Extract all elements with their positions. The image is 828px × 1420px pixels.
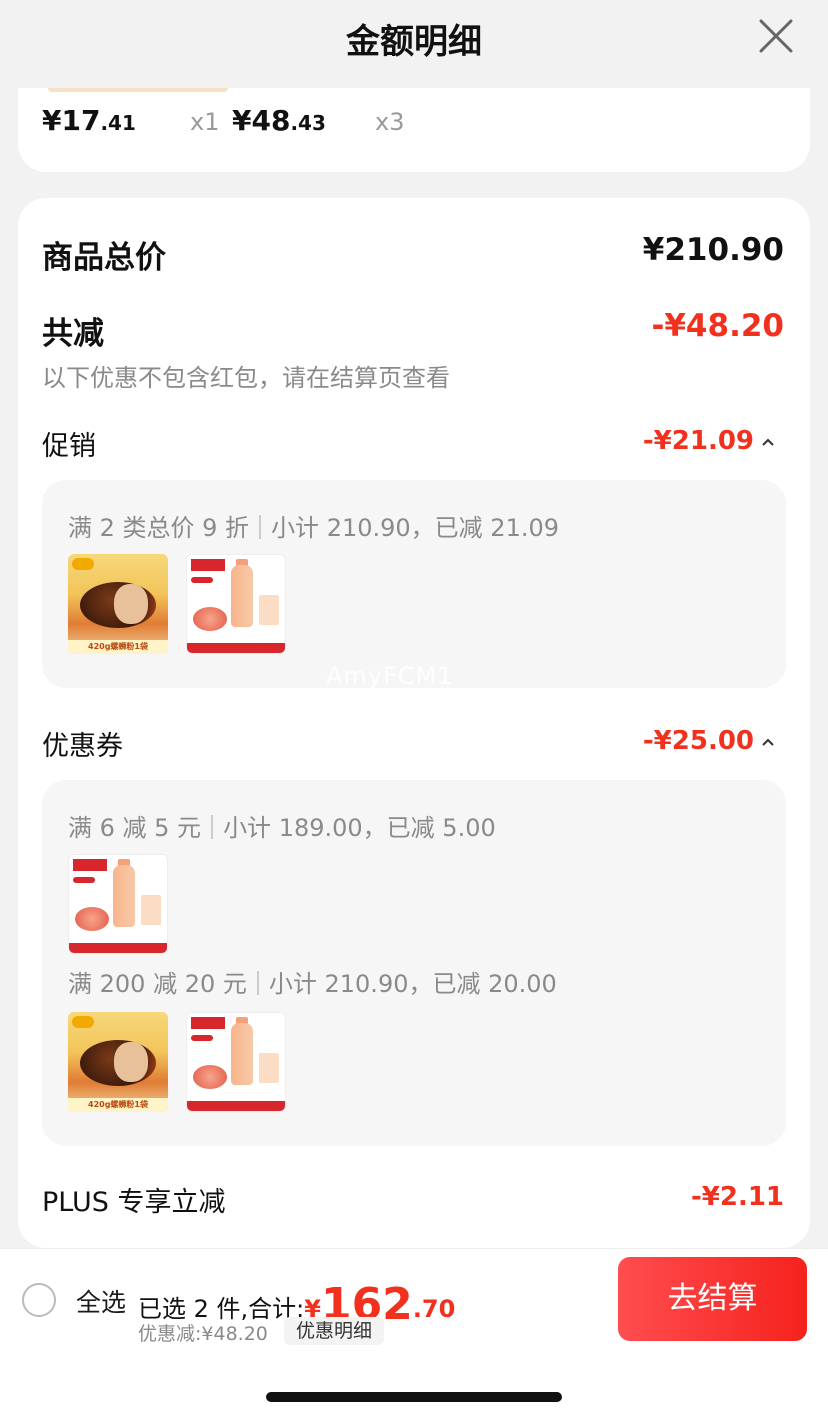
person-image — [114, 584, 148, 624]
product-strip: 420g螺蛳粉1袋 — [68, 1098, 168, 1112]
select-all-radio[interactable] — [22, 1283, 56, 1317]
promotion-rule: 满 2 类总价 9 折小计 210.90，已减 21.09 — [68, 508, 559, 543]
fruit-image — [193, 1065, 227, 1089]
promotion-label: 促销 — [42, 431, 96, 462]
coupon-rule: 满 6 减 5 元小计 189.00，已减 5.00 — [68, 808, 496, 843]
divider — [256, 971, 259, 995]
reduce-label: 共减 — [42, 316, 104, 352]
brand-logo — [72, 558, 94, 570]
home-indicator[interactable] — [266, 1392, 562, 1402]
product-thumb-noodle[interactable]: 420g螺蛳粉1袋 — [68, 554, 168, 654]
coupon-box: 满 6 减 5 元小计 189.00，已减 5.00 满 200 减 20 元小… — [42, 780, 786, 1146]
reduce-value: -¥48.20 — [651, 308, 785, 344]
promotion-box: 满 2 类总价 9 折小计 210.90，已减 21.09 420g螺蛳粉1袋 — [42, 480, 786, 688]
product-thumb-drink[interactable] — [68, 854, 168, 954]
header: 金额明细 — [0, 0, 828, 88]
coupon-rule: 满 200 减 20 元小计 210.90，已减 20.00 — [68, 964, 557, 999]
home-indicator-area — [0, 1348, 828, 1420]
coupon-label: 优惠券 — [42, 731, 123, 762]
brand-logo — [191, 1017, 225, 1029]
total-decimal: .70 — [412, 1295, 456, 1323]
divider — [259, 515, 262, 539]
item-quantity: x1 — [190, 108, 220, 136]
coupon-value: -¥25.00 — [642, 726, 754, 756]
bottle-image — [231, 1023, 253, 1085]
discount-detail-button[interactable]: 优惠明细 — [284, 1317, 385, 1345]
glass-image — [259, 595, 279, 625]
total-label: 商品总价 — [42, 240, 166, 276]
card-stub — [48, 88, 228, 92]
amount-detail-card: 商品总价 ¥210.90 共减 -¥48.20 以下优惠不包含红包，请在结算页查… — [18, 198, 810, 1248]
fruit-image — [193, 607, 227, 631]
checkout-button[interactable]: 去结算 — [618, 1257, 807, 1341]
product-thumb-noodle[interactable]: 420g螺蛳粉1袋 — [68, 1012, 168, 1112]
product-band — [187, 643, 285, 653]
glass-image — [141, 895, 161, 925]
fruit-image — [75, 907, 109, 931]
brand-logo — [73, 859, 107, 871]
discount-summary: 优惠减:¥48.20 — [138, 1323, 268, 1345]
brand-logo — [72, 1016, 94, 1028]
checkout-bar: 全选 已选 2 件,合计:¥162.70 优惠减:¥48.20 优惠明细 去结算 — [0, 1248, 828, 1348]
glass-image — [259, 1053, 279, 1083]
bottle-image — [113, 865, 135, 927]
price-decimal: .43 — [290, 111, 326, 135]
discount-note: 以下优惠不包含红包，请在结算页查看 — [42, 364, 450, 392]
product-band — [69, 943, 167, 953]
promotion-value: -¥21.09 — [642, 426, 754, 456]
tag — [191, 577, 213, 583]
price-main: ¥48 — [232, 104, 291, 137]
rule-name: 满 2 类总价 9 折 — [68, 514, 250, 542]
rule-detail: 小计 189.00，已减 5.00 — [223, 814, 496, 842]
watermark: AmyFCM1 — [326, 662, 454, 690]
item-price: ¥17.41 — [42, 104, 136, 137]
item-quantity: x3 — [375, 108, 405, 136]
price-main: ¥17 — [42, 104, 101, 137]
close-icon[interactable] — [758, 18, 794, 54]
item-price: ¥48.43 — [232, 104, 326, 137]
product-strip: 420g螺蛳粉1袋 — [68, 640, 168, 654]
tag — [191, 1035, 213, 1041]
divider — [211, 815, 214, 839]
product-band — [187, 1101, 285, 1111]
plus-label: PLUS 专享立减 — [42, 1187, 226, 1218]
bottle-image — [231, 565, 253, 627]
chevron-up-icon[interactable] — [760, 736, 776, 748]
product-thumb-drink[interactable] — [186, 554, 286, 654]
select-all-label[interactable]: 全选 — [76, 1283, 126, 1319]
total-value: ¥210.90 — [642, 232, 784, 268]
rule-detail: 小计 210.90，已减 21.09 — [271, 514, 560, 542]
price-decimal: .41 — [100, 111, 136, 135]
product-thumb-drink[interactable] — [186, 1012, 286, 1112]
rule-detail: 小计 210.90，已减 20.00 — [268, 970, 557, 998]
brand-logo — [191, 559, 225, 571]
rule-name: 满 200 减 20 元 — [68, 970, 247, 998]
items-price-card: ¥17.41 x1 ¥48.43 x3 — [18, 88, 810, 172]
plus-value: -¥2.11 — [690, 1182, 784, 1212]
page-title: 金额明细 — [346, 22, 482, 62]
rule-name: 满 6 减 5 元 — [68, 814, 202, 842]
chevron-up-icon[interactable] — [760, 436, 776, 448]
tag — [73, 877, 95, 883]
person-image — [114, 1042, 148, 1082]
